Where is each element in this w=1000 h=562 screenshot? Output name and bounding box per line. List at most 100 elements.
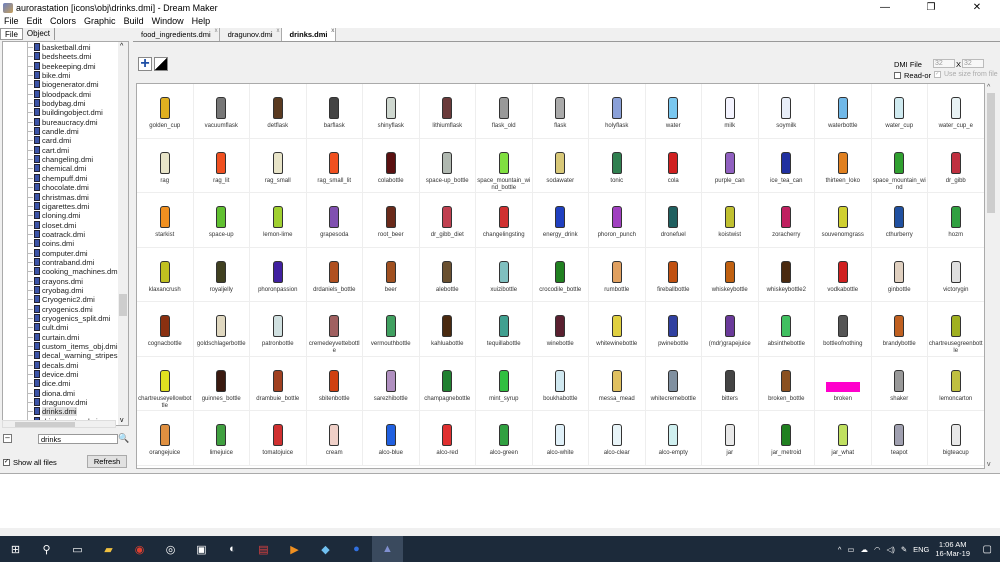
icon-state-cell[interactable]: sbitenbottle <box>306 356 363 411</box>
menu-colors[interactable]: Colors <box>46 15 80 28</box>
menu-file[interactable]: File <box>0 15 23 28</box>
icon-state-cell[interactable]: zoracherry <box>758 193 815 248</box>
icon-state-cell[interactable]: alebottle <box>419 247 476 302</box>
file-tree-item[interactable]: chempuff.dmi <box>3 173 128 183</box>
file-tree-item[interactable]: dice.dmi <box>3 379 128 388</box>
icon-state-cell[interactable]: bottleofnothing <box>815 302 872 357</box>
file-explorer-icon[interactable]: ▰ <box>93 536 124 562</box>
output-scrollbar[interactable] <box>0 528 1000 536</box>
icon-state-cell[interactable]: jar_metroid <box>758 411 815 466</box>
menu-build[interactable]: Build <box>120 15 148 28</box>
file-tree-item[interactable]: bureaucracy.dmi <box>3 117 128 127</box>
icon-state-cell[interactable]: ginbottle <box>871 247 928 302</box>
icon-state-cell[interactable]: dr_gibb_diet <box>419 193 476 248</box>
tree-scrollbar[interactable]: ^ v <box>118 42 128 425</box>
icon-state-cell[interactable]: water_cup <box>871 84 928 139</box>
app-icon[interactable]: ◆ <box>310 536 341 562</box>
icon-state-cell[interactable]: phoron_punch <box>589 193 646 248</box>
icon-state-cell[interactable]: dr_gibb <box>928 138 984 193</box>
icon-state-cell[interactable]: shaker <box>871 356 928 411</box>
app-icon[interactable]: ◐ <box>217 536 248 562</box>
file-tree-item[interactable]: chemical.dmi <box>3 164 128 173</box>
icon-state-cell[interactable]: bitters <box>702 356 759 411</box>
icon-state-cell[interactable]: water <box>645 84 702 139</box>
icon-state-cell[interactable]: dronefuel <box>645 193 702 248</box>
icon-state-cell[interactable]: kahluabottle <box>419 302 476 357</box>
icon-state-cell[interactable]: energy_drink <box>532 193 589 248</box>
file-tree-item[interactable]: coatrack.dmi <box>3 229 128 239</box>
icon-state-cell[interactable]: sarezhibottle <box>363 356 420 411</box>
icon-state-cell[interactable]: cola <box>645 138 702 193</box>
scroll-down-icon[interactable]: v <box>120 417 124 424</box>
file-tree-item[interactable]: card.dmi <box>3 136 128 145</box>
tab-food-ingredients[interactable]: food_ingredients.dmi x <box>133 28 220 41</box>
tab-object[interactable]: Object <box>23 28 56 40</box>
file-tree-item[interactable]: cooking_machines.dmi <box>3 267 128 276</box>
icon-state-cell[interactable]: golden_cup <box>137 84 194 139</box>
icon-state-cell[interactable]: tomatojuice <box>250 411 307 466</box>
icon-state-cell[interactable]: boukhabottle <box>532 356 589 411</box>
icon-state-cell[interactable]: drambuie_bottle <box>250 356 307 411</box>
icon-state-cell[interactable]: broken_bottle <box>758 356 815 411</box>
file-tree-item[interactable]: drinks.dmi <box>3 407 128 417</box>
file-tree-item[interactable]: curtain.dmi <box>3 332 128 342</box>
close-tab-icon[interactable]: x <box>215 28 218 34</box>
icon-state-cell[interactable]: winebottle <box>532 302 589 357</box>
volume-icon[interactable]: ◁) <box>887 545 895 554</box>
file-tree-item[interactable]: buildingobject.dmi <box>3 108 128 117</box>
icon-state-cell[interactable]: waterbottle <box>815 84 872 139</box>
file-tree-item[interactable]: cloning.dmi <box>3 211 128 220</box>
icon-state-cell[interactable]: flask <box>532 84 589 139</box>
icon-state-cell[interactable]: cream <box>306 411 363 466</box>
icon-state-cell[interactable]: orangejuice <box>137 411 194 466</box>
icon-state-cell[interactable]: alco-red <box>419 411 476 466</box>
icon-state-cell[interactable]: cognacbottle <box>137 302 194 357</box>
tab-drinks[interactable]: drinks.dmi x <box>281 28 337 41</box>
file-tree-item[interactable]: candle.dmi <box>3 127 128 136</box>
icon-state-cell[interactable]: absinthebottle <box>758 302 815 357</box>
file-tree-item[interactable]: bedsheets.dmi <box>3 52 128 61</box>
icon-state-cell[interactable]: rag <box>137 138 194 193</box>
search-icon[interactable]: ⚲ <box>31 536 62 562</box>
icon-height-input[interactable]: 32 <box>962 59 984 68</box>
add-icon-state-button[interactable]: + <box>138 56 152 72</box>
file-tree-item[interactable]: coins.dmi <box>3 239 128 248</box>
file-tree-item[interactable]: cult.dmi <box>3 323 128 332</box>
scroll-up-icon[interactable]: ^ <box>987 84 990 91</box>
use-size-from-file-checkbox[interactable]: ✓ Use size from file <box>934 71 998 78</box>
icon-state-cell[interactable]: whiskeybottle <box>702 247 759 302</box>
icon-state-cell[interactable]: chartreusegreenbottle <box>928 302 984 357</box>
icon-state-cell[interactable]: pwinebottle <box>645 302 702 357</box>
icon-state-cell[interactable]: lemoncarton <box>928 356 984 411</box>
icon-state-cell[interactable]: rag_small <box>250 138 307 193</box>
file-tree-item[interactable]: Cryogenic2.dmi <box>3 295 128 304</box>
icon-state-cell[interactable]: limejuice <box>193 411 250 466</box>
icon-state-cell[interactable]: barflask <box>306 84 363 139</box>
file-tree-item[interactable]: bloodpack.dmi <box>3 89 128 99</box>
file-tree-item[interactable]: contraband.dmi <box>3 257 128 267</box>
icon-state-cell[interactable]: vodkabottle <box>815 247 872 302</box>
tray-chevron-icon[interactable]: ^ <box>838 545 842 554</box>
icon-state-cell[interactable]: jar_what <box>815 411 872 466</box>
icon-state-cell[interactable]: whiskeybottle2 <box>758 247 815 302</box>
menu-help[interactable]: Help <box>188 15 215 28</box>
menu-window[interactable]: Window <box>148 15 188 28</box>
icon-state-cell[interactable]: soymilk <box>758 84 815 139</box>
file-tree-item[interactable]: biogenerator.dmi <box>3 80 128 89</box>
pen-icon[interactable]: ✎ <box>901 545 907 554</box>
file-tree-item[interactable]: decal_warning_stripes.dmi <box>3 351 128 360</box>
icon-state-cell[interactable]: messa_mead <box>589 356 646 411</box>
icon-state-cell[interactable]: xuizibottle <box>476 247 533 302</box>
file-tree-item[interactable]: closet.dmi <box>3 220 128 230</box>
icon-state-cell[interactable]: shinyflask <box>363 84 420 139</box>
icon-state-cell[interactable]: lemon-lime <box>250 193 307 248</box>
icon-state-cell[interactable]: guinnes_bottle <box>193 356 250 411</box>
file-tree-item[interactable]: device.dmi <box>3 370 128 379</box>
icon-state-cell[interactable]: patronbottle <box>250 302 307 357</box>
icon-state-cell[interactable]: space-up_bottle <box>419 138 476 193</box>
icon-state-cell[interactable]: cremedeyvettebottle <box>306 302 363 357</box>
color-mode-button[interactable] <box>154 57 168 71</box>
icon-state-cell[interactable]: jar <box>702 411 759 466</box>
icon-state-cell[interactable]: brandybottle <box>871 302 928 357</box>
icon-state-cell[interactable]: whitewinebottle <box>589 302 646 357</box>
